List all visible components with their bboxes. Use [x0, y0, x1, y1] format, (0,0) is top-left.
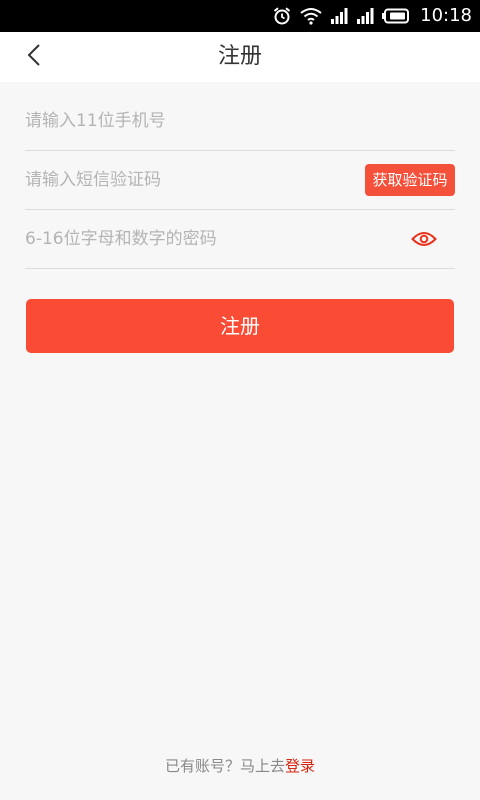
status-time: 10:18 — [420, 5, 472, 26]
phone-row — [25, 92, 455, 151]
eye-icon[interactable] — [411, 229, 437, 249]
login-link[interactable]: 登录 — [285, 757, 315, 775]
battery-icon — [382, 8, 410, 24]
signal-icon — [356, 8, 374, 24]
status-icons: 10:18 — [272, 0, 472, 32]
sms-code-row: 获取验证码 — [25, 151, 455, 210]
sms-code-input[interactable] — [25, 151, 355, 209]
phone-input[interactable] — [25, 92, 355, 150]
footer: 已有账号？马上去登录 — [0, 754, 480, 778]
signal-icon — [330, 8, 348, 24]
password-input[interactable] — [25, 210, 355, 268]
header: 注册 — [0, 32, 480, 82]
status-bar: 10:18 — [0, 0, 480, 32]
alarm-icon — [272, 6, 292, 26]
get-code-button[interactable]: 获取验证码 — [365, 164, 455, 196]
register-form: 获取验证码 — [25, 92, 455, 269]
register-button[interactable]: 注册 — [26, 299, 454, 353]
page-title: 注册 — [217, 44, 262, 69]
wifi-icon — [300, 7, 322, 25]
login-prompt: 已有账号？马上去 — [164, 757, 285, 775]
password-row — [25, 210, 455, 269]
